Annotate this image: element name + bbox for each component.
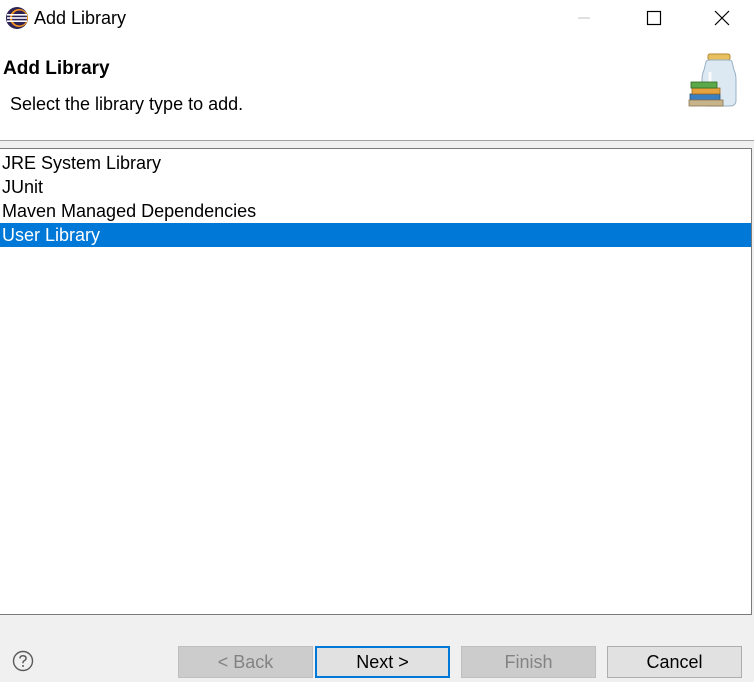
page-title: Add Library: [3, 58, 110, 79]
header-separator: [0, 140, 754, 141]
next-button[interactable]: Next >: [315, 646, 450, 678]
library-jar-icon: [688, 53, 737, 107]
minimize-button[interactable]: [550, 0, 618, 36]
wizard-header: Add Library Select the library type to a…: [0, 36, 754, 140]
minimize-icon: [578, 17, 590, 19]
back-button[interactable]: < Back: [178, 646, 313, 678]
finish-button[interactable]: Finish: [461, 646, 596, 678]
close-icon: [714, 10, 730, 26]
library-type-list[interactable]: JRE System Library JUnit Maven Managed D…: [0, 148, 752, 615]
list-item-jre-system-library[interactable]: JRE System Library: [0, 151, 751, 175]
add-library-dialog: Add Library Add Library Select the libra…: [0, 0, 754, 682]
list-item-maven-managed-dependencies[interactable]: Maven Managed Dependencies: [0, 199, 751, 223]
button-bar: < Back Next > Finish Cancel: [0, 616, 754, 682]
maximize-icon: [646, 10, 662, 26]
eclipse-icon: [6, 7, 28, 29]
list-item-junit[interactable]: JUnit: [0, 175, 751, 199]
page-description: Select the library type to add.: [10, 94, 244, 114]
cancel-button[interactable]: Cancel: [607, 646, 742, 678]
title-bar[interactable]: Add Library: [0, 0, 754, 36]
list-item-user-library[interactable]: User Library: [0, 223, 751, 247]
help-icon[interactable]: [12, 650, 34, 672]
window-title: Add Library: [34, 8, 127, 28]
close-button[interactable]: [690, 0, 754, 36]
maximize-button[interactable]: [620, 0, 688, 36]
